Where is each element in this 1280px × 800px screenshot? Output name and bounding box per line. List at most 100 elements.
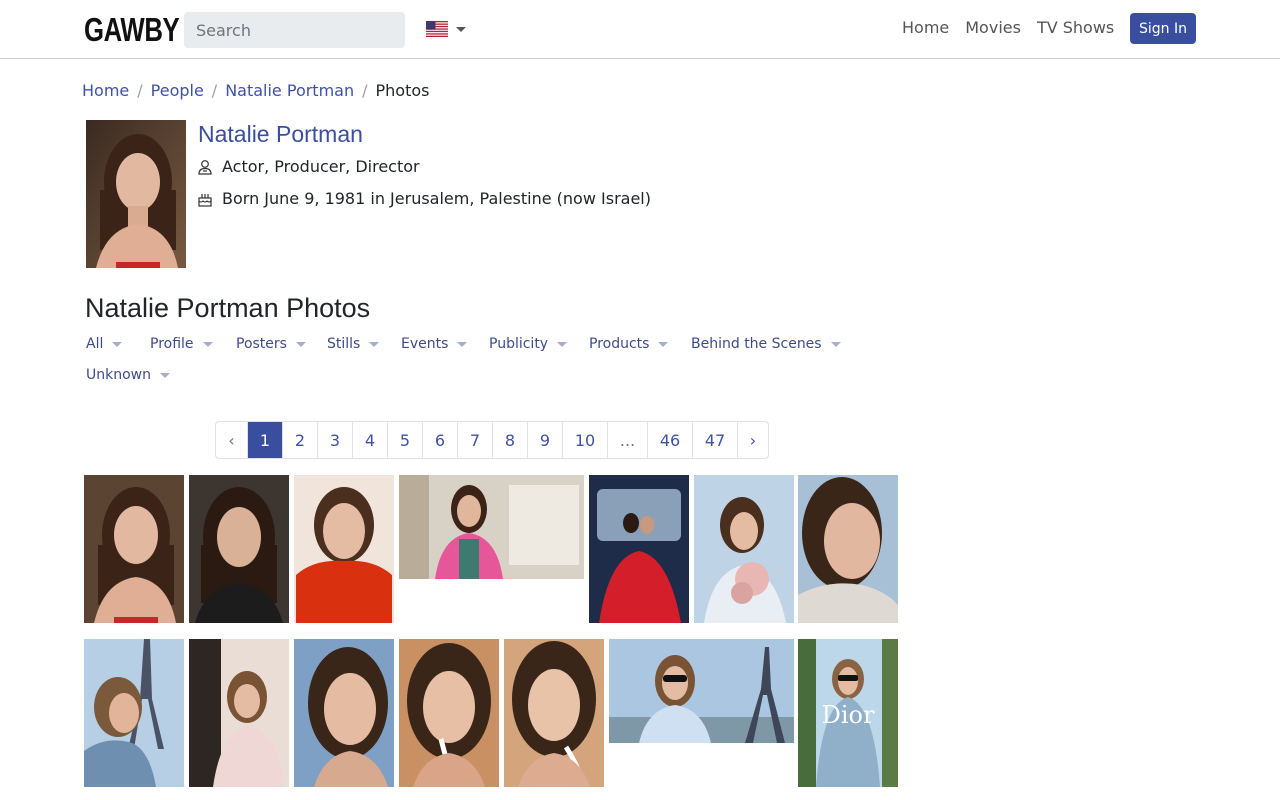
photo-thumbnail[interactable] [504,639,604,787]
photo-thumbnail[interactable] [589,475,689,623]
portrait-image [86,120,186,268]
filter-label: Stills [327,336,361,352]
filter-products[interactable]: Products [589,334,669,354]
filter-posters[interactable]: Posters [236,334,306,354]
pagination-page-1[interactable]: 1 [247,422,282,458]
pagination: ‹ 1 2 3 4 5 6 7 8 9 10 ... 46 47 › [215,421,769,459]
photo-image [84,639,184,787]
breadcrumb-person[interactable]: Natalie Portman [225,80,354,102]
photo-image [399,475,584,579]
breadcrumb-people[interactable]: People [151,80,204,102]
pagination-page-6[interactable]: 6 [422,422,457,458]
photo-thumbnail[interactable] [84,475,184,623]
photo-thumbnail[interactable] [399,475,584,579]
filter-label: Events [401,336,449,352]
photo-image [189,475,289,623]
photo-thumbnail[interactable]: Dior [798,639,898,787]
chevron-down-icon [160,372,170,378]
photo-image [589,475,689,623]
chevron-down-icon [369,341,380,347]
breadcrumb-separator: / [137,81,143,100]
filter-events[interactable]: Events [401,334,468,354]
filter-all[interactable]: All [86,334,123,354]
chevron-down-icon [295,341,306,347]
nav-movies[interactable]: Movies [965,18,1021,38]
photo-thumbnail[interactable] [399,639,499,787]
site-logo[interactable]: GAWBY [84,10,180,50]
pagination-page-9[interactable]: 9 [527,422,562,458]
filter-label: Behind the Scenes [691,336,822,352]
pagination-page-8[interactable]: 8 [492,422,527,458]
filter-profile[interactable]: Profile [150,334,213,354]
photo-thumbnail[interactable] [189,475,289,623]
breadcrumb-separator: / [211,81,218,100]
search-input[interactable] [184,12,405,48]
pagination-page-4[interactable]: 4 [352,422,387,458]
sign-in-button[interactable]: Sign In [1130,13,1196,44]
photo-thumbnail[interactable] [294,475,394,623]
filter-label: Products [589,336,650,352]
chevron-down-icon [202,341,213,347]
photo-thumbnail[interactable] [798,475,898,623]
nav-tv-shows[interactable]: TV Shows [1037,18,1114,38]
main-nav: Home Movies TV Shows [902,18,1114,38]
pagination-next[interactable]: › [737,422,768,458]
pagination-page-46[interactable]: 46 [647,422,692,458]
filter-label: Publicity [489,336,549,352]
photo-image [84,475,184,623]
breadcrumb-separator: / [362,81,368,100]
photo-thumbnail[interactable] [294,639,394,787]
chevron-down-icon [830,341,841,347]
filter-unknown[interactable]: Unknown [86,365,170,385]
chevron-down-icon [658,341,669,347]
photo-thumbnail[interactable] [694,475,794,623]
filter-publicity[interactable]: Publicity [489,334,568,354]
top-navbar: GAWBY Home Movies TV Shows Sign In [0,0,1280,59]
photo-image [798,475,898,623]
photo-thumbnail[interactable] [189,639,289,787]
photo-thumbnail[interactable] [609,639,794,743]
filter-label: Posters [236,336,287,352]
pagination-page-3[interactable]: 3 [317,422,352,458]
pagination-page-2[interactable]: 2 [282,422,317,458]
breadcrumb-current: Photos [375,81,430,100]
photo-image [294,475,394,623]
cake-icon [198,193,212,207]
chevron-down-icon [112,341,123,347]
person-roles-row: Actor, Producer, Director [197,157,420,176]
pagination-page-7[interactable]: 7 [457,422,492,458]
chevron-down-icon [457,341,468,347]
person-born: Born June 9, 1981 in Jerusalem, Palestin… [222,189,651,208]
photo-image [399,639,499,787]
photos-title: Natalie Portman Photos [85,293,371,323]
person-icon [198,159,212,175]
pagination-page-5[interactable]: 5 [387,422,422,458]
pagination-prev[interactable]: ‹ [216,422,247,458]
photo-thumbnail[interactable] [84,639,184,787]
person-name-link[interactable]: Natalie Portman [198,119,363,149]
person-portrait[interactable] [86,120,186,268]
filter-label: Profile [150,336,194,352]
person-roles: Actor, Producer, Director [222,157,420,176]
chevron-down-icon [456,26,466,32]
breadcrumb-home[interactable]: Home [82,80,129,102]
filter-stills[interactable]: Stills [327,334,380,354]
us-flag-icon [426,21,448,37]
photo-image [189,639,289,787]
person-born-row: Born June 9, 1981 in Jerusalem, Palestin… [197,189,651,208]
filter-label: Unknown [86,367,151,383]
photo-image [609,639,794,743]
dior-watermark: Dior [822,701,875,729]
breadcrumb: Home / People / Natalie Portman / Photos [82,80,429,102]
language-selector[interactable] [426,19,466,39]
pagination-page-10[interactable]: 10 [562,422,607,458]
photo-image [504,639,604,787]
pagination-page-47[interactable]: 47 [692,422,737,458]
filter-label: All [86,336,104,352]
filter-behind-the-scenes[interactable]: Behind the Scenes [691,334,841,354]
nav-home[interactable]: Home [902,18,949,38]
photo-image [694,475,794,623]
chevron-down-icon [557,341,568,347]
photo-image [294,639,394,787]
photo-image: Dior [798,639,898,787]
